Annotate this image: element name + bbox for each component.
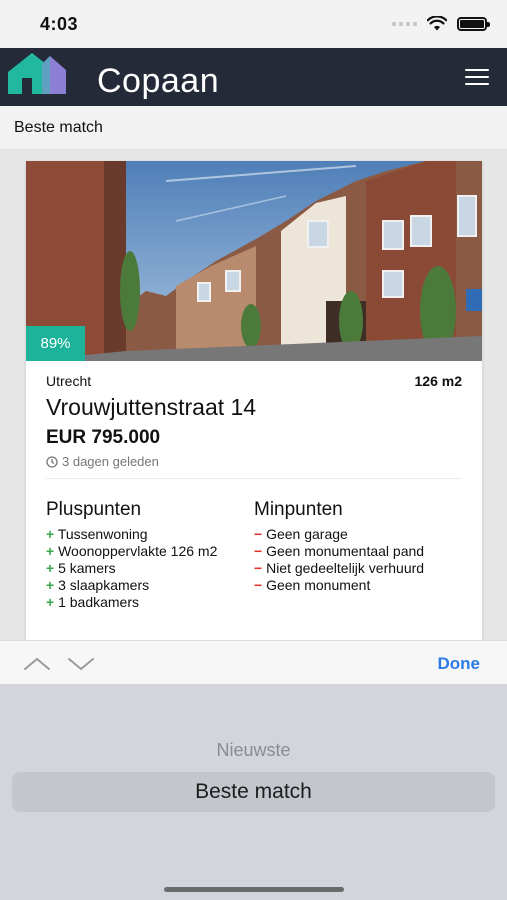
listing-photo <box>26 161 482 361</box>
posted-text: 3 dagen geleden <box>62 454 159 469</box>
listing-address: Vrouwjuttenstraat 14 <box>46 394 257 420</box>
done-button[interactable]: Done <box>438 654 481 674</box>
con-item: − Geen monument <box>254 577 371 593</box>
chevron-up-icon[interactable] <box>22 656 52 672</box>
pros-section: Pluspunten + Tussenwoning + Woonoppervla… <box>46 499 246 611</box>
sort-selector[interactable]: Beste match <box>0 106 507 150</box>
pro-item: + 1 badkamers <box>46 594 140 610</box>
listing-city: Utrecht <box>46 373 92 389</box>
status-bar: 4:03 <box>0 0 507 48</box>
pros-title: Pluspunten <box>46 499 142 520</box>
wifi-icon <box>427 16 447 31</box>
menu-icon[interactable] <box>465 69 489 85</box>
listing-price: EUR 795.000 <box>46 427 161 448</box>
app-title: Copaan <box>97 62 220 100</box>
status-time: 4:03 <box>40 14 79 34</box>
pro-item: + Woonoppervlakte 126 m2 <box>46 543 218 559</box>
con-item: − Geen monumentaal pand <box>254 543 425 559</box>
pro-item: + 5 kamers <box>46 560 116 576</box>
home-indicator[interactable] <box>164 887 344 892</box>
listing-size: 126 m2 <box>414 373 462 389</box>
cons-title: Minpunten <box>254 499 343 520</box>
listing-posted: 3 dagen geleden <box>46 454 159 469</box>
match-badge: 89% <box>26 326 85 361</box>
cons-section: Minpunten − Geen garage − Geen monumenta… <box>254 499 464 594</box>
app-header: Copaan <box>0 48 507 106</box>
con-item: − Geen garage <box>254 526 348 542</box>
signal-icon <box>392 21 417 26</box>
sort-label: Beste match <box>14 119 103 136</box>
status-icons <box>392 16 490 31</box>
chevron-down-icon[interactable] <box>66 656 96 672</box>
picker-option-selected[interactable]: Beste match <box>0 780 507 804</box>
con-item: − Niet gedeeltelijk verhuurd <box>254 560 425 576</box>
pro-item: + Tussenwoning <box>46 526 148 542</box>
picker-option[interactable]: Nieuwste <box>0 740 507 761</box>
logo-icon <box>8 53 66 94</box>
listing-area: 89% Utrecht 126 m2 Vrouwjuttenstraat 14 … <box>0 150 507 640</box>
picker-toolbar: Done <box>0 640 507 685</box>
divider <box>46 478 462 479</box>
battery-icon <box>457 16 490 31</box>
pro-item: + 3 slaapkamers <box>46 577 150 593</box>
listing-card[interactable]: 89% Utrecht 126 m2 Vrouwjuttenstraat 14 … <box>26 161 482 640</box>
clock-icon <box>46 455 58 468</box>
sort-picker[interactable]: Nieuwste Beste match <box>0 685 507 900</box>
